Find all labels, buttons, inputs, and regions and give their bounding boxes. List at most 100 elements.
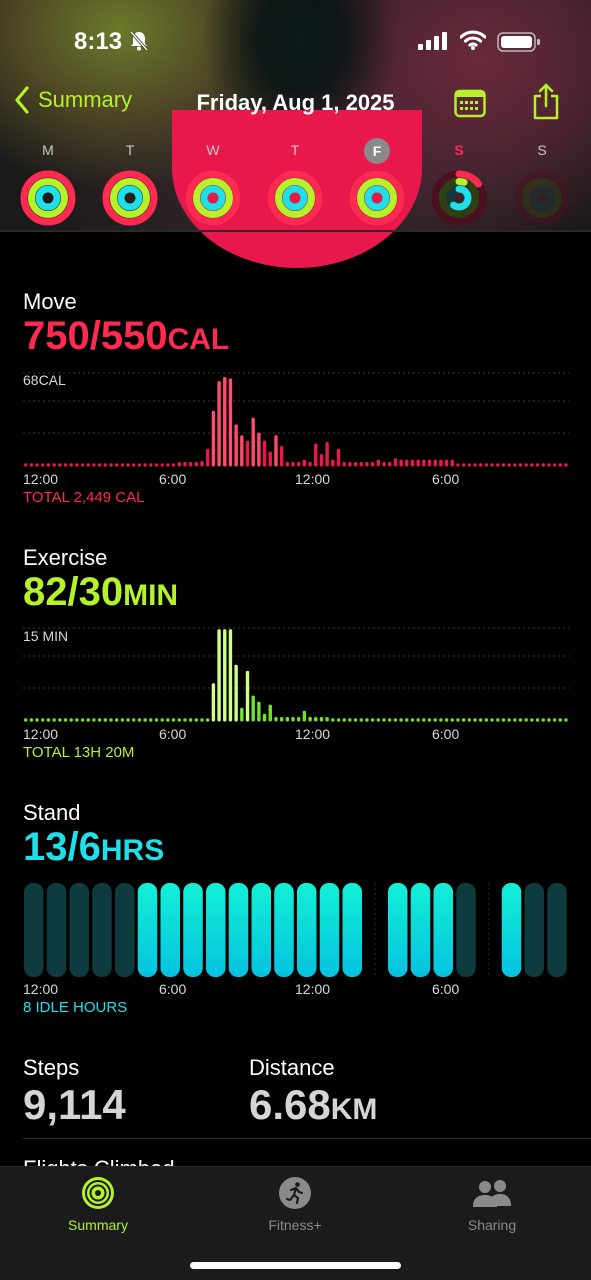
distance-title: Distance [249,1055,335,1080]
chart-bar [80,718,85,722]
chart-bar [552,463,557,467]
chart-bar [433,459,437,467]
chart-bar [308,462,312,467]
exercise-unit: MIN [123,579,179,612]
day-3[interactable]: T [265,138,325,231]
chart-bar [439,718,443,722]
day-2[interactable]: W [183,138,243,231]
chart-bar [535,463,540,467]
cellular-signal-icon [418,32,447,50]
chart-bar [291,462,295,467]
chart-bar [314,443,318,467]
chart-bar [58,463,62,467]
chart-bar [541,718,545,722]
stand-chart: 12:00 6:00 12:00 6:00 8 IDLE HOURS [23,880,569,1020]
wifi-icon [460,30,486,50]
chart-bar [422,459,426,467]
chart-bar [331,459,335,467]
chart-bar [399,718,403,722]
chart-bar [160,718,164,722]
chart-bar [58,718,62,722]
chart-bar [97,463,102,467]
steps-title: Steps [23,1055,80,1080]
chart-bar [75,718,79,722]
distance-unit: KM [330,1093,378,1126]
chart-bar [325,717,329,722]
day-letter: S [537,142,547,158]
chart-bar [245,440,250,467]
chart-bar [279,446,284,467]
stand-hour-bar [456,883,476,977]
stand-hour-bar [46,883,67,977]
chart-bar [461,718,466,722]
chart-bar [365,462,369,467]
move-chart: 68CAL 12:00 6:00 12:00 6:00 TOTAL 2,449 … [23,370,569,510]
steps-block: Steps 9,114 [23,1055,126,1129]
chart-bar [410,459,415,467]
stand-ring [117,185,143,211]
chart-bar [524,463,528,467]
calendar-icon[interactable] [454,88,486,118]
nav-bar: Summary Friday, Aug 1, 2025 [0,82,591,128]
chart-bar [251,695,255,722]
chart-bar [558,718,563,722]
chart-bar [46,463,51,467]
tab-fitness-plus[interactable]: Fitness+ [235,1175,355,1233]
chart-bar [35,718,39,722]
chart-bar [132,718,136,722]
chart-bar [564,718,568,722]
chart-bar [35,463,39,467]
move-tick-1: 6:00 [159,471,187,487]
chart-bar [484,463,489,467]
chart-bar [234,664,238,722]
chart-bar [69,463,73,467]
chart-bar [359,718,363,722]
chart-bar [217,629,221,722]
chart-bar [109,463,113,467]
day-5[interactable]: S [429,138,489,231]
chart-bar [154,718,159,722]
day-6[interactable]: S [512,138,572,231]
chart-bar [217,381,221,467]
chart-bar [479,718,483,722]
tab-sharing[interactable]: Sharing [432,1175,552,1233]
stand-hour-bar [524,883,544,977]
chart-bar [228,629,233,722]
exercise-tick-1: 6:00 [159,726,187,742]
move-max-label: 68CAL [23,372,66,388]
stand-hour-bar [297,883,317,977]
chart-bar [427,459,432,467]
chart-bar [342,718,346,722]
chart-bar [518,463,523,467]
chart-bar [410,718,415,722]
tab-summary[interactable]: Summary [38,1175,158,1233]
exercise-total: TOTAL 13H 20M [23,744,135,761]
day-4[interactable]: F [347,138,407,231]
back-button[interactable]: Summary [14,86,132,114]
chart-bar [183,462,187,467]
stand-hour-bar [319,883,340,977]
exercise-title: Exercise [23,545,108,570]
home-indicator [190,1262,401,1269]
move-tick-0: 12:00 [23,471,59,487]
stand-hour-bar [433,883,453,977]
chart-bar [268,704,272,722]
exercise-tick-3: 6:00 [432,726,460,742]
status-time: 8:13 [74,28,123,55]
chart-bar [160,463,164,467]
chart-bar [365,718,369,722]
share-icon[interactable] [532,82,560,120]
chart-bar [479,463,483,467]
chevron-left-icon [15,86,29,114]
chart-bar [63,463,68,467]
exercise-chart: 15 MIN 12:00 6:00 12:00 6:00 TOTAL 13H 2… [23,625,569,765]
exercise-tick-2: 12:00 [295,726,331,742]
day-0[interactable]: M [18,138,78,231]
chart-bar [285,717,290,722]
day-1[interactable]: T [100,138,160,231]
chart-bar [513,463,517,467]
chart-bar [115,718,119,722]
activity-rings-icon [82,1177,114,1209]
stand-ring [364,185,390,211]
chart-bar [257,701,261,722]
